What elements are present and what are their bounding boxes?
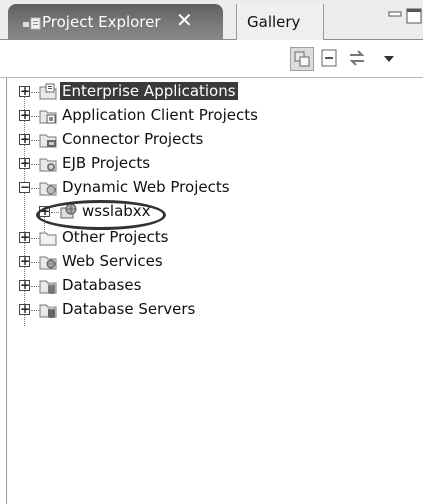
- tree-item-web-services[interactable]: + Web Services: [0, 250, 423, 274]
- app-client-folder-icon: [39, 110, 57, 124]
- folder-icon: [39, 232, 57, 246]
- collapse-all-icon: [321, 49, 337, 67]
- tab-label: Project Explorer: [42, 13, 161, 31]
- tree-item-dynamic-web-projects[interactable]: − Dynamic Web Projects: [0, 176, 423, 200]
- tab-label: Gallery: [247, 13, 301, 31]
- tab-gallery[interactable]: Gallery: [236, 4, 324, 40]
- tree-item-label: Application Client Projects: [62, 106, 258, 124]
- tree-item-label: Database Servers: [62, 300, 196, 318]
- tree-item-label: Databases: [62, 276, 142, 294]
- tree-item-label: Dynamic Web Projects: [62, 178, 230, 196]
- web-folder-icon: [39, 182, 57, 196]
- expand-icon[interactable]: +: [19, 278, 30, 292]
- minimize-icon[interactable]: [388, 10, 402, 20]
- tree-item-databases[interactable]: + Databases: [0, 274, 423, 298]
- link-with-editor-button[interactable]: [290, 47, 314, 71]
- highlight-ring: [36, 200, 166, 230]
- tree-item-other-projects[interactable]: + Other Projects: [0, 226, 423, 250]
- enterprise-app-folder-icon: [39, 83, 57, 100]
- tree-item-label: EJB Projects: [62, 154, 151, 172]
- expand-icon[interactable]: +: [19, 302, 30, 316]
- tree-item-label: Web Services: [62, 252, 163, 270]
- view-menu-button[interactable]: [378, 47, 402, 71]
- database-folder-icon: [39, 280, 57, 294]
- link-with-editor-icon: [294, 51, 310, 67]
- tree-item-label: Enterprise Applications: [60, 82, 238, 100]
- expand-icon[interactable]: +: [19, 108, 30, 122]
- expand-icon[interactable]: +: [19, 132, 30, 146]
- collapse-all-button[interactable]: [318, 47, 342, 71]
- database-server-folder-icon: [39, 304, 57, 318]
- maximize-icon[interactable]: [406, 8, 422, 24]
- tree-item-database-servers[interactable]: + Database Servers: [0, 298, 423, 322]
- project-explorer-icon: [23, 17, 41, 30]
- project-tree: + Enterprise Applications + Application …: [0, 80, 423, 504]
- close-icon[interactable]: ✕: [176, 10, 193, 30]
- tab-project-explorer[interactable]: Project Explorer ✕: [8, 4, 223, 40]
- expand-icon[interactable]: +: [19, 230, 30, 244]
- project-explorer-view: Project Explorer ✕ Gallery + Enterprise …: [0, 0, 423, 504]
- sync-icon: [349, 50, 365, 66]
- view-toolbar: [0, 40, 423, 78]
- expand-icon[interactable]: +: [19, 156, 30, 170]
- view-menu-icon: [384, 56, 394, 62]
- tree-item-label: Other Projects: [62, 228, 169, 246]
- connector-folder-icon: [39, 134, 57, 148]
- sync-button[interactable]: [346, 47, 370, 71]
- expand-icon[interactable]: +: [19, 254, 30, 268]
- tree-item-enterprise-applications[interactable]: + Enterprise Applications: [0, 80, 423, 104]
- collapse-icon[interactable]: −: [19, 180, 30, 194]
- web-services-folder-icon: [39, 256, 57, 270]
- tree-item-connector-projects[interactable]: + Connector Projects: [0, 128, 423, 152]
- expand-icon[interactable]: +: [19, 84, 30, 98]
- tree-item-label: Connector Projects: [62, 130, 204, 148]
- tree-item-ejb-projects[interactable]: + EJB Projects: [0, 152, 423, 176]
- tree-item-application-client-projects[interactable]: + Application Client Projects: [0, 104, 423, 128]
- ejb-folder-icon: [39, 158, 57, 172]
- view-tab-bar: Project Explorer ✕ Gallery: [0, 0, 423, 40]
